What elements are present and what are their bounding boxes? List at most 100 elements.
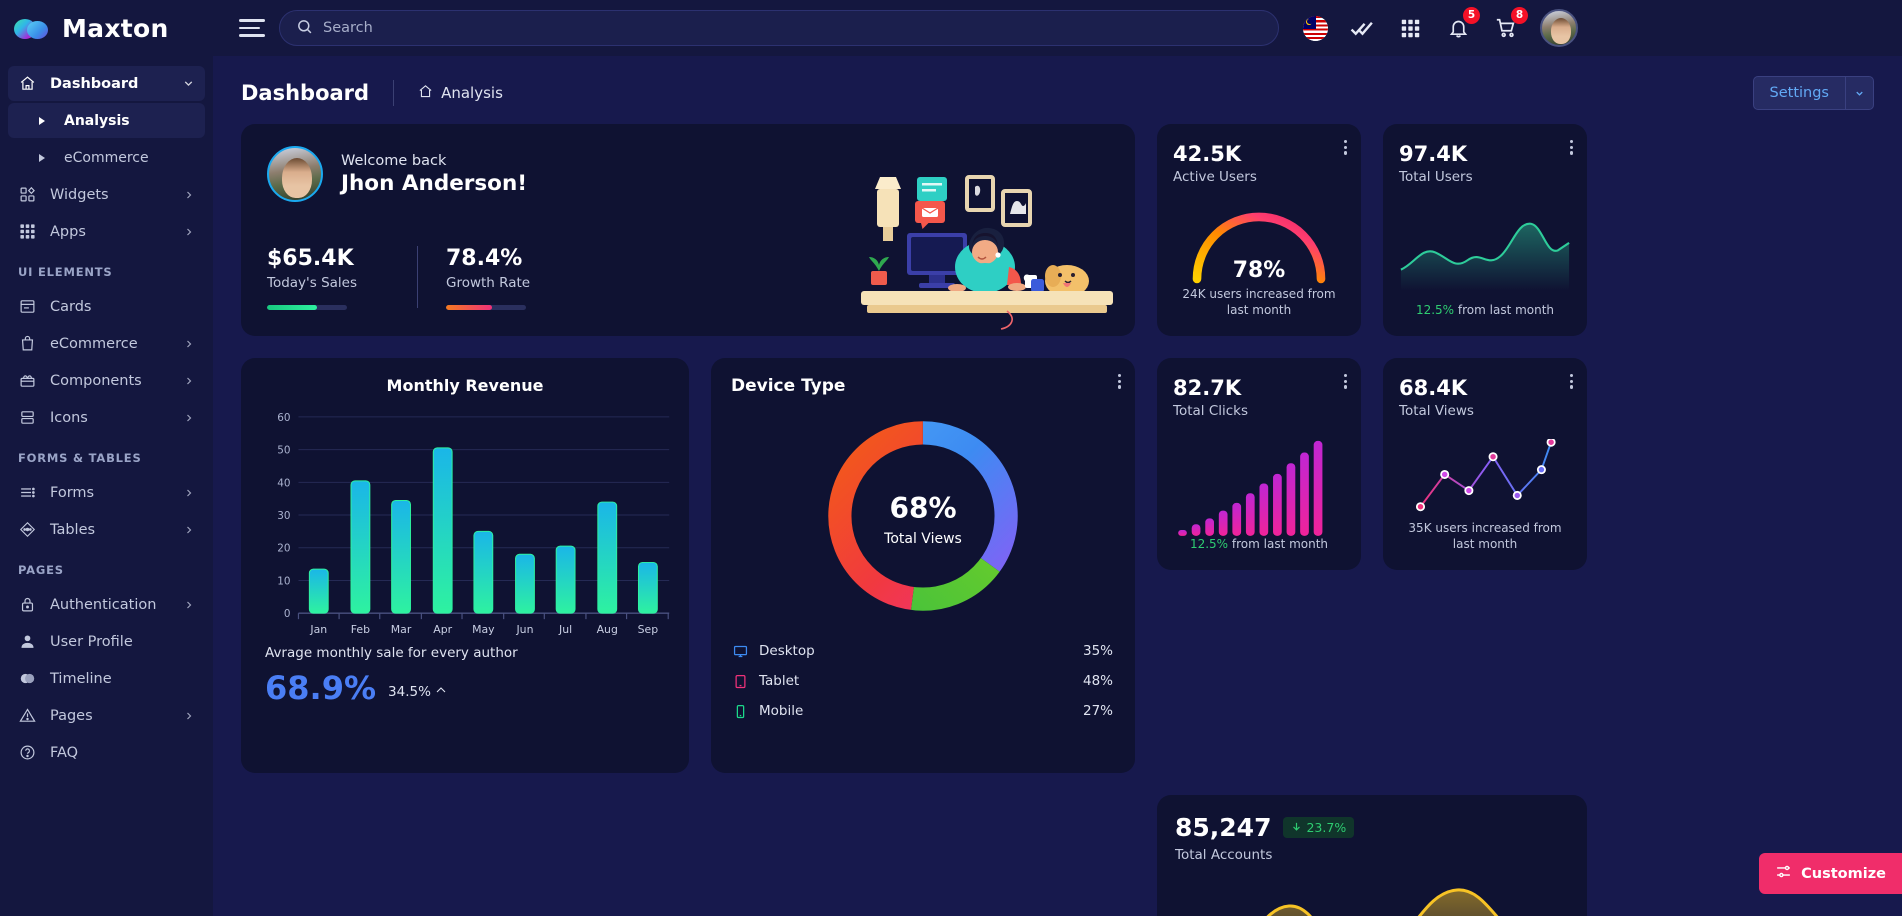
sidebar-item-label: FAQ <box>50 744 79 761</box>
card-menu-icon[interactable] <box>1343 374 1347 389</box>
mobile-icon <box>733 704 749 719</box>
dashboard-grid: Welcome back Jhon Anderson! $65.4K Today… <box>213 124 1902 916</box>
sidebar-item-faq[interactable]: FAQ <box>8 735 205 770</box>
sidebar-item-ecommerce-sub[interactable]: eCommerce <box>8 140 205 175</box>
sidebar-item-authentication[interactable]: Authentication <box>8 587 205 622</box>
stat-label: Total Views <box>1399 403 1474 419</box>
maxton-logo-icon <box>14 15 50 41</box>
sidebar-item-label: Widgets <box>50 186 109 203</box>
sidebar-item-label: Icons <box>50 409 88 426</box>
delta-label: from last month <box>1231 536 1329 551</box>
page-header-actions: Settings <box>1752 76 1874 110</box>
forms-icon <box>18 483 37 502</box>
sliders-icon <box>1775 863 1792 884</box>
components-icon <box>18 371 37 390</box>
sidebar-item-components[interactable]: Components <box>8 363 205 398</box>
avatar <box>267 146 323 202</box>
apps-grid-icon[interactable] <box>1396 14 1424 42</box>
sidebar-item-forms[interactable]: Forms <box>8 475 205 510</box>
divider <box>417 246 418 308</box>
menu-toggle-icon[interactable] <box>239 19 265 37</box>
card-menu-icon[interactable] <box>1569 140 1573 155</box>
sidebar-item-widgets[interactable]: Widgets <box>8 177 205 212</box>
desktop-icon <box>733 644 749 659</box>
chevron-right-icon <box>183 487 195 499</box>
sidebar-item-cards[interactable]: Cards <box>8 289 205 324</box>
line-chart <box>1400 222 1570 291</box>
home-icon <box>18 74 37 93</box>
sidebar-section-forms: FORMS & TABLES <box>18 451 142 465</box>
sidebar-item-label: Apps <box>50 223 86 240</box>
area-chart <box>1266 888 1499 916</box>
notifications-bell-icon[interactable]: 5 <box>1444 7 1480 42</box>
sidebar-item-apps[interactable]: Apps <box>8 214 205 249</box>
sidebar-item-pages[interactable]: Pages <box>8 698 205 733</box>
svg-text:60: 60 <box>277 412 290 424</box>
main-content: 5 8 Dashboard Analysis Settings <box>213 0 1902 916</box>
svg-text:Sep: Sep <box>638 623 659 635</box>
bar-chart <box>1178 440 1323 536</box>
double-check-icon[interactable] <box>1348 14 1376 42</box>
topbar-actions: 5 8 <box>1303 7 1578 47</box>
accounts-label: Total Accounts <box>1175 847 1273 863</box>
card-menu-icon[interactable] <box>1343 140 1347 155</box>
bag-icon <box>18 334 37 353</box>
card-menu-icon[interactable] <box>1117 374 1121 389</box>
sidebar-item-ecommerce[interactable]: eCommerce <box>8 326 205 361</box>
sidebar-item-analysis[interactable]: Analysis <box>8 103 205 138</box>
malaysia-flag-icon[interactable] <box>1303 15 1328 41</box>
home-icon <box>418 84 433 103</box>
card-menu-icon[interactable] <box>1569 374 1573 389</box>
avatar[interactable] <box>1540 9 1578 47</box>
svg-text:0: 0 <box>284 608 291 620</box>
svg-text:Jan: Jan <box>309 623 327 635</box>
search-icon <box>296 18 313 39</box>
sidebar-item-user-profile[interactable]: User Profile <box>8 624 205 659</box>
breadcrumb[interactable]: Analysis <box>418 84 503 103</box>
brand[interactable]: Maxton <box>0 0 213 56</box>
sidebar-item-icons[interactable]: Icons <box>8 400 205 435</box>
stat-label: Total Clicks <box>1173 403 1249 419</box>
search-input[interactable] <box>323 20 1262 36</box>
stat-card-active-users: 42.5K Active Users 78% 24K users increas… <box>1157 124 1361 336</box>
stat-value: 42.5K <box>1173 142 1242 166</box>
arrow-right-icon <box>32 111 51 130</box>
donut-chart: 68% Total Views <box>826 419 1020 613</box>
stat-label: Total Users <box>1399 169 1473 185</box>
chevron-right-icon <box>183 375 195 387</box>
sidebar-item-label: Timeline <box>50 670 112 687</box>
sidebar-item-timeline[interactable]: Timeline <box>8 661 205 696</box>
welcome-stat-sales: $65.4K Today's Sales <box>267 246 389 310</box>
stat-card-total-views: 68.4K Total Views 35K users increased fr… <box>1383 358 1587 570</box>
gauge-value: 78% <box>1233 258 1286 283</box>
stat-label: Active Users <box>1173 169 1257 185</box>
monthly-revenue-card: Monthly Revenue 60 50 40 30 20 10 0 Jan … <box>241 358 689 773</box>
svg-text:Mar: Mar <box>391 623 412 635</box>
legend-item-tablet: Tablet 48% <box>731 666 1115 696</box>
search-box[interactable] <box>279 10 1279 46</box>
sidebar-item-label: Pages <box>50 707 93 724</box>
welcome-greeting: Welcome back <box>341 152 447 169</box>
tables-icon <box>18 520 37 539</box>
chevron-down-icon <box>182 77 195 90</box>
device-type-card: Device Type 68% Total Views Desktop 35% … <box>711 358 1135 773</box>
arrow-down-icon <box>1291 820 1302 835</box>
cart-icon[interactable]: 8 <box>1492 7 1528 42</box>
settings-dropdown-toggle[interactable] <box>1846 76 1874 110</box>
sidebar-item-tables[interactable]: Tables <box>8 512 205 547</box>
customize-button[interactable]: Customize <box>1759 853 1902 894</box>
card-icon <box>18 297 37 316</box>
settings-button[interactable]: Settings <box>1752 76 1846 110</box>
stat-value: 78.4% <box>446 246 523 271</box>
svg-text:40: 40 <box>277 477 290 489</box>
chevron-right-icon <box>183 338 195 350</box>
page-title: Dashboard <box>241 81 370 105</box>
icons-icon <box>18 408 37 427</box>
warning-icon <box>18 706 37 725</box>
progress-bar <box>446 305 526 310</box>
workspace-illustration <box>861 175 1113 330</box>
chevron-right-icon <box>183 599 195 611</box>
stat-label: Today's Sales <box>267 275 358 291</box>
sidebar-item-label: Analysis <box>64 112 130 129</box>
sidebar-item-dashboard[interactable]: Dashboard <box>8 66 205 101</box>
